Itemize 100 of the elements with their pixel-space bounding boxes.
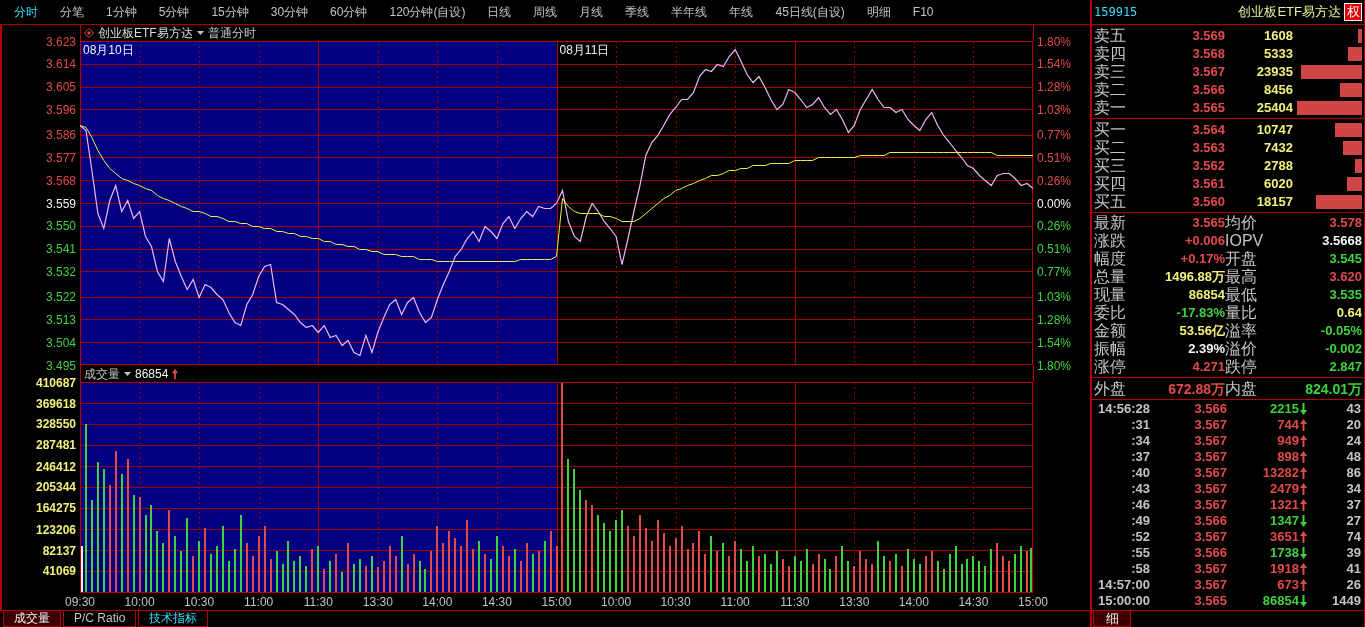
period-tab[interactable]: 60分钟 <box>319 1 379 23</box>
volume-axis-label: 41069 <box>42 564 76 579</box>
period-tab[interactable]: 季线 <box>614 1 661 23</box>
price-axis-label: 3.513 <box>45 312 76 327</box>
order-volume: 1608 <box>1263 27 1293 45</box>
price-axis-label: 3.559 <box>45 196 76 211</box>
detail-tab[interactable]: 细 <box>1093 611 1131 627</box>
period-tab[interactable]: 日线 <box>476 1 523 23</box>
indicator-tab[interactable]: P/C Ratio <box>63 611 137 627</box>
period-tab[interactable]: 5分钟 <box>147 1 201 23</box>
period-tab[interactable]: 15分钟 <box>200 1 260 23</box>
period-tab[interactable]: 120分钟(自设) <box>378 1 477 23</box>
indicator-value: 86854 <box>135 366 169 381</box>
stat-value: 4.271 <box>1191 358 1225 376</box>
order-volume: 10747 <box>1255 121 1293 139</box>
indicator-tab[interactable]: 技术指标 <box>138 611 209 627</box>
trade-time: 14:56:28 <box>1096 401 1150 417</box>
trade-time: :40 <box>1130 465 1150 481</box>
period-tab[interactable]: 分时 <box>3 1 49 23</box>
down-arrow-icon <box>1300 403 1307 415</box>
order-level-label: 买四 <box>1094 175 1127 193</box>
time-axis-label: 09:30 <box>65 595 95 609</box>
caret-icon <box>124 371 131 376</box>
volume-axis-label: 246412 <box>35 459 76 474</box>
security-code: 159915 <box>1094 5 1138 19</box>
session-date: 08月11日 <box>559 43 610 57</box>
period-tab[interactable]: 周线 <box>522 1 569 23</box>
stat-value: -0.05% <box>1319 322 1362 340</box>
period-tab[interactable]: 月线 <box>568 1 615 23</box>
period-tab[interactable]: 明细 <box>855 1 902 23</box>
order-level-label: 卖二 <box>1094 81 1127 99</box>
period-tab[interactable]: 分笔 <box>49 1 95 23</box>
trade-volume: 1321 <box>1270 497 1299 513</box>
order-price: 3.566 <box>1191 81 1225 99</box>
period-tab[interactable]: 45日线(自设) <box>764 1 856 23</box>
trade-count: 20 <box>1345 417 1361 433</box>
order-volume: 5333 <box>1263 45 1293 63</box>
period-tab[interactable]: 半年线 <box>660 1 719 23</box>
percent-axis-label: 0.26% <box>1037 219 1072 234</box>
trade-count: 24 <box>1345 433 1361 449</box>
trade-count: 1449 <box>1331 593 1361 609</box>
trade-time: 14:57:00 <box>1096 577 1150 593</box>
trade-price: 3.567 <box>1193 465 1227 481</box>
up-arrow-icon <box>1300 419 1307 431</box>
period-tab[interactable]: 年线 <box>718 1 765 23</box>
time-axis-label: 10:30 <box>660 595 691 609</box>
trade-time: :37 <box>1130 449 1150 465</box>
percent-axis-label: 0.26% <box>1037 173 1072 188</box>
trade-time: :49 <box>1130 513 1150 529</box>
order-price: 3.560 <box>1191 193 1225 211</box>
time-axis-label: 11:00 <box>244 595 274 609</box>
order-level-label: 卖四 <box>1094 45 1127 63</box>
order-volume: 2788 <box>1263 157 1293 175</box>
volume-axis-label: 123206 <box>35 522 76 537</box>
trade-time: :55 <box>1130 545 1150 561</box>
trade-volume: 2215 <box>1270 401 1299 417</box>
down-arrow-icon <box>1300 515 1307 527</box>
percent-axis-label: 0.77% <box>1037 264 1072 279</box>
trade-time: :31 <box>1130 417 1150 433</box>
price-axis-label: 3.532 <box>45 264 76 279</box>
trade-time: :58 <box>1130 561 1150 577</box>
trade-price: 3.567 <box>1193 529 1227 545</box>
order-price: 3.565 <box>1191 99 1225 117</box>
trade-time: :43 <box>1130 481 1150 497</box>
period-tab[interactable]: F10 <box>901 1 945 23</box>
time-axis-label: 15:00 <box>1018 595 1048 609</box>
percent-axis-label: 0.51% <box>1037 150 1072 165</box>
stat-value: 86854 <box>1187 286 1225 304</box>
order-price: 3.564 <box>1191 121 1225 139</box>
time-axis-label: 14:30 <box>958 595 989 609</box>
volume-axis-label: 164275 <box>35 501 76 516</box>
price-axis-label: 3.504 <box>45 335 76 350</box>
caret-icon <box>196 31 204 35</box>
order-price: 3.563 <box>1191 139 1225 157</box>
percent-axis-label: 1.03% <box>1037 290 1072 305</box>
price-axis-label: 3.586 <box>45 128 76 143</box>
order-volume: 7432 <box>1263 139 1293 157</box>
up-arrow-icon <box>1300 579 1307 591</box>
trade-count: 26 <box>1345 577 1361 593</box>
volume-axis-label: 205344 <box>35 480 76 495</box>
up-arrow-icon <box>1300 467 1307 479</box>
trade-count: 39 <box>1345 545 1361 561</box>
price-axis-label: 3.568 <box>45 173 76 188</box>
period-tab[interactable]: 1分钟 <box>95 1 148 23</box>
stat-label: 量比 <box>1225 304 1258 322</box>
trade-price: 3.567 <box>1193 449 1227 465</box>
trade-count: 86 <box>1345 465 1361 481</box>
order-level-label: 买一 <box>1094 121 1127 139</box>
indicator-tab[interactable]: 成交量 <box>3 611 61 627</box>
stat-value: 0.64 <box>1335 304 1362 322</box>
up-arrow-icon <box>1300 563 1307 575</box>
order-price: 3.568 <box>1191 45 1225 63</box>
price-axis-label: 3.550 <box>45 219 76 234</box>
percent-axis-label: 0.77% <box>1037 128 1072 143</box>
trade-volume: 13282 <box>1262 465 1299 481</box>
down-arrow-icon <box>1300 547 1307 559</box>
indicator-name: 成交量 <box>84 366 120 381</box>
period-tab[interactable]: 30分钟 <box>259 1 320 23</box>
trade-volume: 744 <box>1277 417 1299 433</box>
stat-label: 最新 <box>1094 214 1127 232</box>
